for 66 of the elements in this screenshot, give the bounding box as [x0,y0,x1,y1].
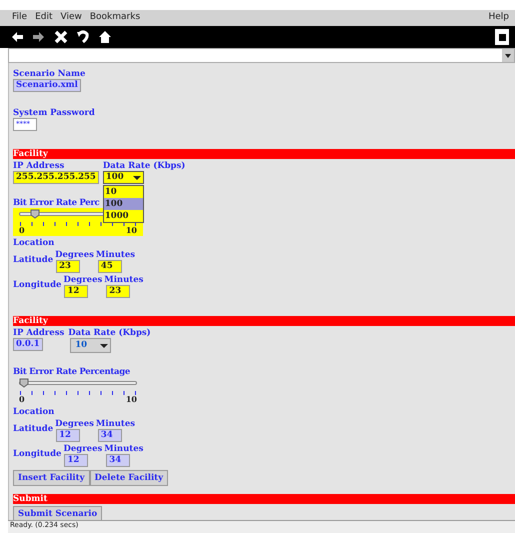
degrees-field[interactable]: 23 [56,260,80,273]
minutes-field[interactable]: 34 [106,454,130,467]
menu-item[interactable]: Edit [35,11,52,25]
submit-button[interactable]: Submit Scenario [13,506,102,520]
slider-min: 0 [19,395,25,404]
field-label: IP Address [13,328,64,338]
field-label: Bit Error Rate Percentage [13,367,130,377]
rate-dropdown[interactable]: 100 [102,171,144,184]
field-label: Longitude [13,280,62,290]
action-button[interactable]: Delete Facility [90,470,168,486]
field-label: Bit Error Rate Perc [13,198,100,208]
degrees-field[interactable]: 12 [64,454,88,467]
throbber-icon [495,29,509,45]
menu-item[interactable]: File [12,11,28,25]
field-label: Degrees [55,250,94,260]
field-label: Longitude [13,449,62,459]
field-label: Minutes [96,419,136,429]
dropdown-option[interactable]: 10 [104,186,143,198]
forward-icon[interactable] [32,30,46,44]
slider[interactable]: 0 10 [13,377,143,405]
field-label: Minutes [104,275,144,285]
action-button[interactable]: Insert Facility [13,470,90,486]
field-label: Scenario Name [13,69,86,79]
minutes-field[interactable]: 34 [98,429,122,442]
field-label: Latitude [13,424,54,434]
menu-item[interactable]: Help [488,11,509,25]
field-label: Degrees [55,419,94,429]
reload-icon[interactable] [76,30,90,44]
field-label: Degrees [63,444,102,454]
back-icon[interactable] [10,30,24,44]
rate-dropdown[interactable]: 10 [70,338,112,353]
field-label: Minutes [96,250,136,260]
slider-thumb[interactable] [19,378,29,388]
dropdown-option[interactable]: 100 [104,198,143,210]
text-field[interactable]: Scenario.xml [13,79,81,92]
minutes-field[interactable]: 45 [98,260,122,273]
ip-field[interactable]: 255.255.255.255 [13,171,99,184]
field-label: System Password [13,108,96,118]
field-label: IP Address [13,161,66,171]
section-header: Facility [13,316,515,326]
slider-thumb[interactable] [30,209,40,219]
section-header: Facility [13,149,515,159]
menu-item[interactable]: View [60,11,82,25]
minutes-field[interactable]: 23 [106,285,130,298]
slider-max: 10 [126,226,137,235]
field-label: Location [13,407,56,417]
field-label: Location [13,238,56,248]
section-header: Submit [13,494,515,504]
caret-icon[interactable] [502,49,514,62]
stop-icon[interactable] [54,30,68,44]
degrees-field[interactable]: 12 [64,285,88,298]
home-icon[interactable] [98,30,112,44]
dropdown-option[interactable]: 1000 [104,210,143,222]
field-label: Data Rate (Kbps) [68,328,151,338]
slider-min: 0 [19,226,25,235]
field-label: Minutes [104,444,144,454]
degrees-field[interactable]: 12 [56,429,80,442]
field-label: Latitude [13,255,54,265]
url-field[interactable] [8,48,515,63]
slider-max: 10 [126,395,137,404]
field-label: Degrees [63,275,102,285]
caret-icon[interactable] [100,342,108,348]
field-label: Data Rate (Kbps) [102,161,186,171]
menu-item[interactable]: Bookmarks [90,11,140,25]
caret-icon[interactable] [132,174,141,180]
ip-field[interactable]: 0.0.1 [13,338,43,351]
